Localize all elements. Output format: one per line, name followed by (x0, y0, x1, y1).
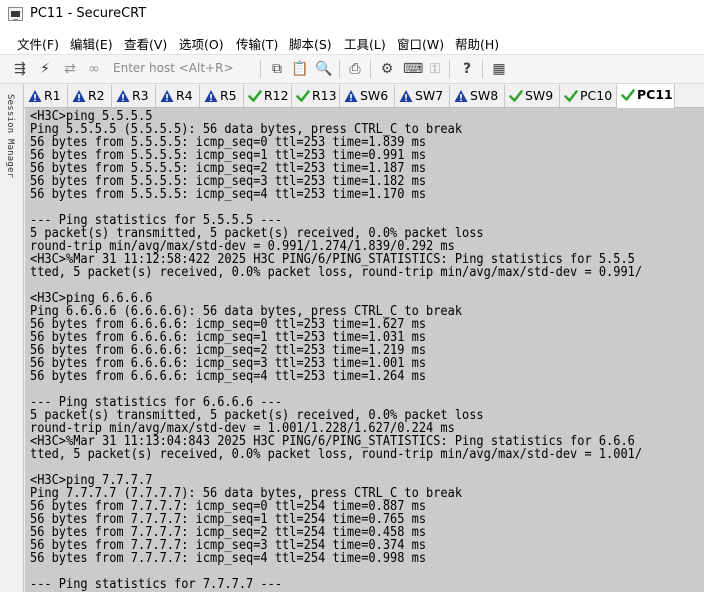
tab-r4[interactable]: R4 (156, 85, 200, 107)
session-manager-panel[interactable]: Session Manager (0, 84, 24, 592)
help-icon[interactable]: ? (458, 60, 476, 78)
warning-icon (72, 90, 86, 102)
warning-icon (204, 90, 218, 102)
tab-r5[interactable]: R5 (200, 85, 244, 107)
session-manager-label: Session Manager (5, 94, 15, 179)
tab-label: R1 (44, 88, 61, 103)
disconnect-icon[interactable]: ∞ (85, 60, 103, 78)
warning-icon (399, 90, 413, 102)
reconnect-icon[interactable]: ⇄ (61, 60, 79, 78)
warning-icon (28, 90, 42, 102)
toolbar-separator (260, 60, 261, 78)
warning-icon (160, 90, 174, 102)
terminal-text: <H3C>ping 5.5.5.5 Ping 5.5.5.5 (5.5.5.5)… (30, 109, 643, 592)
tab-r2[interactable]: R2 (68, 85, 112, 107)
tab-label: R3 (132, 88, 149, 103)
sftp-icon[interactable]: ▦ (490, 60, 508, 78)
menu-options[interactable]: 选项(O) (179, 34, 224, 53)
menu-help[interactable]: 帮助(H) (455, 34, 499, 53)
tab-r1[interactable]: R1 (24, 85, 68, 107)
tab-label: SW7 (415, 88, 444, 103)
checkmark-icon (509, 90, 523, 102)
menu-script[interactable]: 脚本(S) (289, 34, 332, 53)
tab-label: R4 (176, 88, 193, 103)
tab-label: R12 (264, 88, 289, 103)
menu-window[interactable]: 窗口(W) (397, 34, 444, 53)
key-icon[interactable]: ⚿ (426, 60, 444, 78)
checkmark-icon (296, 90, 310, 102)
menu-file[interactable]: 文件(F) (17, 34, 59, 53)
tab-pc10[interactable]: PC10 (560, 85, 617, 107)
menu-view[interactable]: 查看(V) (124, 34, 167, 53)
title-bar: PC11 - SecureCRT (0, 0, 704, 30)
warning-icon (454, 90, 468, 102)
tab-label: SW9 (525, 88, 554, 103)
connect-tree-icon[interactable]: ⇶ (11, 60, 29, 78)
tab-label: R2 (88, 88, 105, 103)
window-title: PC11 - SecureCRT (30, 6, 147, 21)
tab-label: R5 (220, 88, 237, 103)
tab-label: SW6 (360, 88, 389, 103)
terminal-output[interactable]: <H3C>ping 5.5.5.5 Ping 5.5.5.5 (5.5.5.5)… (25, 108, 704, 592)
tab-label: PC11 (637, 87, 673, 102)
quick-connect-input[interactable]: Enter host <Alt+R> (113, 61, 234, 75)
menu-tools[interactable]: 工具(L) (344, 34, 386, 53)
tab-sw8[interactable]: SW8 (450, 85, 505, 107)
securecrt-app-icon (8, 7, 23, 21)
tab-label: SW8 (470, 88, 499, 103)
tab-r12[interactable]: R12 (244, 85, 292, 107)
tab-sw9[interactable]: SW9 (505, 85, 560, 107)
checkmark-icon (248, 90, 262, 102)
copy-icon[interactable]: ⧉ (268, 60, 286, 78)
menu-edit[interactable]: 编辑(E) (70, 34, 113, 53)
menu-transfer[interactable]: 传输(T) (236, 34, 278, 53)
tab-pc11[interactable]: PC11 (617, 84, 675, 108)
tab-label: PC10 (580, 88, 613, 103)
toolbar-separator (449, 60, 450, 78)
warning-icon (116, 90, 130, 102)
quick-connect-icon[interactable]: ⚡ (36, 60, 54, 78)
tab-label: R13 (312, 88, 337, 103)
find-icon[interactable]: 🔍 (315, 60, 333, 78)
checkmark-icon (564, 90, 578, 102)
toolbar: ⇶ ⚡ ⇄ ∞ Enter host <Alt+R> ⧉ 📋 🔍 ⎙ ⚙ ⌨ ⚿… (0, 54, 704, 84)
tab-sw6[interactable]: SW6 (340, 85, 395, 107)
keymap-icon[interactable]: ⌨ (403, 60, 423, 78)
tab-sw7[interactable]: SW7 (395, 85, 450, 107)
checkmark-icon (621, 89, 635, 101)
gear-icon[interactable]: ⚙ (378, 60, 396, 78)
paste-icon[interactable]: 📋 (291, 60, 309, 78)
tab-r3[interactable]: R3 (112, 85, 156, 107)
print-icon[interactable]: ⎙ (346, 60, 364, 78)
toolbar-separator (370, 60, 371, 78)
warning-icon (344, 90, 358, 102)
toolbar-separator (339, 60, 340, 78)
toolbar-separator (482, 60, 483, 78)
menu-bar: 文件(F) 编辑(E) 查看(V) 选项(O) 传输(T) 脚本(S) 工具(L… (0, 30, 704, 54)
tab-r13[interactable]: R13 (292, 85, 340, 107)
session-tab-bar: R1 R2 R3 R4 R5 R12 R13 SW6 SW7 SW8 SW9 PC10 PC11 (24, 84, 704, 108)
